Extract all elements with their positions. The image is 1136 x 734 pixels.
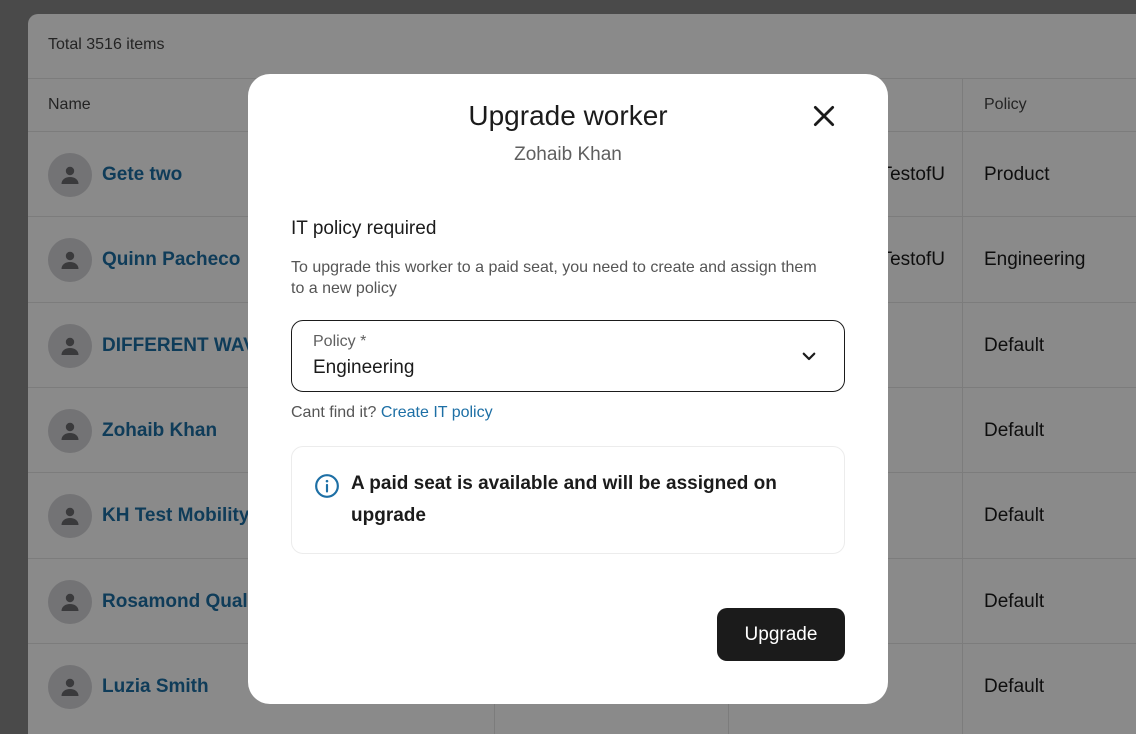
create-it-policy-link[interactable]: Create IT policy (381, 404, 493, 421)
close-icon (813, 105, 835, 127)
section-title: IT policy required (291, 218, 437, 239)
policy-select[interactable]: Policy * Engineering (291, 320, 845, 392)
upgrade-worker-dialog: Upgrade worker Zohaib Khan IT policy req… (248, 74, 888, 704)
chevron-down-icon (802, 352, 816, 361)
info-icon (315, 474, 339, 498)
help-text-label: Cant find it? (291, 404, 377, 421)
policy-select-label: Policy * (313, 333, 367, 350)
info-banner: A paid seat is available and will be ass… (291, 446, 845, 554)
policy-select-value: Engineering (313, 357, 415, 378)
dialog-title: Upgrade worker (468, 100, 668, 131)
info-message: A paid seat is available and will be ass… (351, 473, 777, 526)
close-button[interactable] (808, 100, 840, 132)
help-text: Cant find it? Create IT policy (291, 404, 493, 422)
upgrade-button[interactable]: Upgrade (717, 608, 845, 661)
section-description: To upgrade this worker to a paid seat, y… (291, 259, 817, 297)
dialog-subtitle: Zohaib Khan (514, 144, 622, 165)
